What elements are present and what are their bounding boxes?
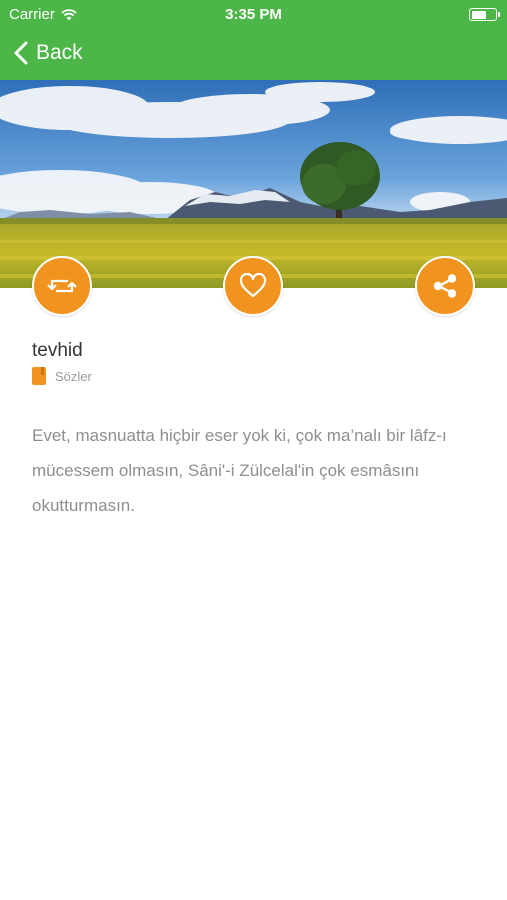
book-icon [32, 367, 46, 385]
chevron-left-icon [14, 41, 28, 65]
share-button[interactable] [415, 256, 475, 316]
like-button[interactable] [223, 256, 283, 316]
screen: Carrier 3:35 PM Back tevhid Sözler Evet,… [0, 0, 507, 900]
post-body-text: Evet, masnuatta hiçbir eser yok ki, çok … [32, 426, 447, 515]
heart-icon [239, 273, 267, 298]
navigation-bar: Carrier 3:35 PM Back [0, 0, 507, 80]
back-button[interactable]: Back [14, 38, 83, 68]
retweet-button[interactable] [32, 256, 92, 316]
status-time: 3:35 PM [225, 6, 282, 23]
post-title: tevhid [32, 340, 83, 361]
status-bar: Carrier 3:35 PM [0, 0, 507, 28]
battery-icon [469, 8, 500, 21]
share-icon [433, 274, 457, 298]
retweet-icon [47, 279, 77, 293]
category-label: Sözler [55, 368, 92, 384]
back-label: Back [36, 41, 83, 64]
post-category[interactable]: Sözler [32, 366, 92, 386]
